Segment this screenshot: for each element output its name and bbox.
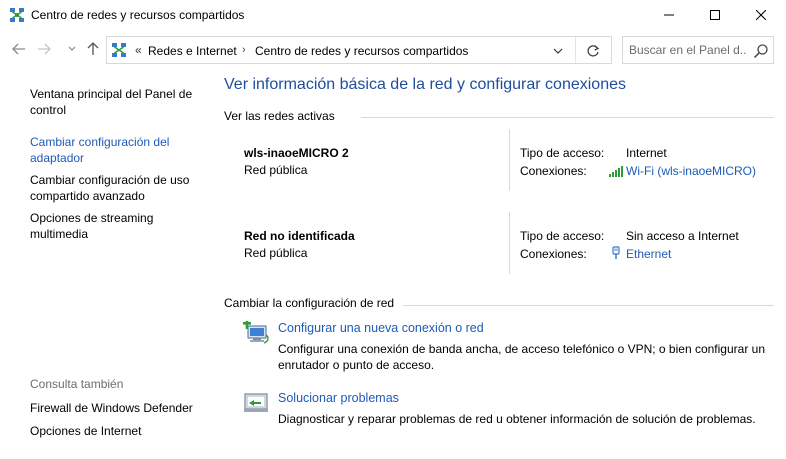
network-category: Red pública: [244, 163, 308, 177]
access-type-value: Sin acceso a Internet: [626, 229, 739, 243]
title-bar: Centro de redes y recursos compartidos: [0, 0, 786, 30]
connections-label: Conexiones:: [520, 164, 587, 178]
breadcrumb-redes-internet[interactable]: Redes e Internet: [148, 44, 237, 58]
sidebar-link-advanced-sharing[interactable]: Cambiar configuración de uso compartido …: [30, 172, 200, 204]
network-category: Red pública: [244, 246, 308, 260]
refresh-icon: [587, 45, 600, 57]
search-input[interactable]: [629, 42, 747, 58]
network-entry: Red no identificada Red pública: [244, 229, 355, 260]
divider: [403, 305, 774, 306]
new-connection-icon: [243, 321, 269, 344]
address-history-button[interactable]: [550, 44, 566, 58]
breadcrumb-centro-redes[interactable]: Centro de redes y recursos compartidos: [255, 44, 468, 58]
sidebar-link-firewall[interactable]: Firewall de Windows Defender: [30, 400, 200, 416]
back-button[interactable]: [10, 40, 28, 58]
navigation-bar: « Redes e Internet › Centro de redes y r…: [0, 34, 786, 66]
ethernet-plug-icon: [612, 246, 620, 259]
control-panel-icon: [112, 43, 126, 57]
wifi-connection-link[interactable]: Wi-Fi (wls-inaoeMICRO): [626, 164, 756, 178]
ethernet-connection-link[interactable]: Ethernet: [626, 247, 671, 261]
new-connection-link[interactable]: Configurar una nueva conexión o red: [278, 321, 484, 335]
chevron-down-icon: [553, 48, 563, 54]
sidebar-link-internet-options[interactable]: Opciones de Internet: [30, 423, 200, 439]
sidebar: Ventana principal del Panel de control C…: [0, 66, 204, 459]
troubleshoot-icon: [244, 393, 268, 412]
sidebar-link-change-adapter-settings[interactable]: Cambiar configuración del adaptador: [30, 134, 200, 166]
close-icon: [756, 10, 766, 20]
arrow-left-icon: [12, 43, 25, 55]
network-sharing-center-icon: [10, 8, 24, 22]
network-entry: wls-inaoeMICRO 2 Red pública: [244, 146, 349, 177]
maximize-button[interactable]: [692, 0, 738, 30]
task-description: Diagnosticar y reparar problemas de red …: [278, 412, 756, 426]
breadcrumb-overflow[interactable]: «: [135, 43, 142, 57]
minimize-icon: [664, 14, 674, 16]
refresh-button[interactable]: [584, 42, 602, 60]
close-button[interactable]: [738, 0, 784, 30]
task-description: Configurar una conexión de banda ancha, …: [278, 342, 765, 372]
network-name: Red no identificada: [244, 229, 355, 243]
minimize-button[interactable]: [646, 0, 692, 30]
search-box[interactable]: [622, 36, 774, 64]
sidebar-link-control-panel-home[interactable]: Ventana principal del Panel de control: [30, 86, 200, 118]
connections-label: Conexiones:: [520, 247, 587, 261]
divider: [509, 212, 510, 274]
active-networks-heading: Ver las redes activas: [224, 109, 335, 123]
sidebar-link-media-streaming[interactable]: Opciones de streaming multimedia: [30, 210, 200, 242]
address-bar[interactable]: « Redes e Internet › Centro de redes y r…: [106, 36, 612, 64]
wifi-signal-icon: [609, 166, 623, 177]
recent-locations-button[interactable]: [63, 40, 81, 58]
access-type-label: Tipo de acceso:: [520, 146, 605, 160]
search-icon[interactable]: [753, 43, 769, 59]
access-type-label: Tipo de acceso:: [520, 229, 605, 243]
window-title: Centro de redes y recursos compartidos: [31, 8, 245, 22]
network-name: wls-inaoeMICRO 2: [244, 146, 349, 160]
forward-button[interactable]: [35, 40, 53, 58]
divider: [509, 129, 510, 191]
divider: [361, 117, 774, 118]
arrow-up-icon: [87, 42, 99, 55]
troubleshoot-link[interactable]: Solucionar problemas: [278, 391, 399, 405]
chevron-down-icon: [68, 46, 76, 51]
main-content: Ver información básica de la red y confi…: [204, 66, 786, 459]
divider: [575, 37, 576, 63]
arrow-right-icon: [38, 43, 51, 55]
change-settings-heading: Cambiar la configuración de red: [224, 296, 395, 310]
access-type-value: Internet: [626, 146, 667, 160]
up-button[interactable]: [84, 40, 102, 58]
chevron-right-icon[interactable]: ›: [242, 44, 246, 56]
see-also-heading: Consulta también: [30, 377, 124, 391]
page-title: Ver información básica de la red y confi…: [224, 76, 626, 93]
maximize-icon: [710, 10, 720, 20]
